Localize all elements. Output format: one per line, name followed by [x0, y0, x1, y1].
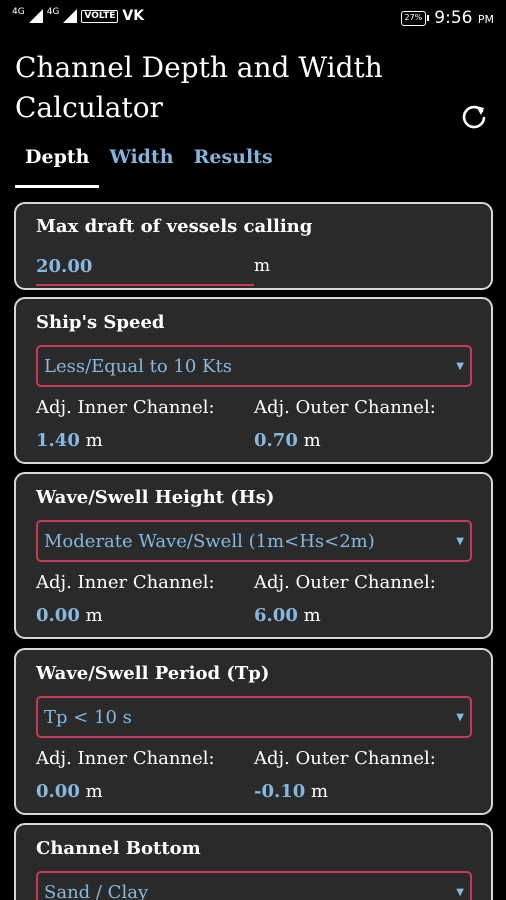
- wave-period-outer-label: Adj. Outer Channel:: [254, 748, 436, 769]
- draft-input[interactable]: 20.00: [36, 252, 254, 286]
- wave-period-inner-label: Adj. Inner Channel:: [36, 748, 215, 769]
- wave-height-outer-value: 6.00 m: [254, 605, 321, 626]
- tab-depth[interactable]: Depth: [15, 140, 100, 188]
- outer-value-number: 6.00: [254, 605, 298, 626]
- draft-unit: m: [254, 256, 271, 276]
- inner-value-unit: m: [85, 430, 103, 451]
- ship-speed-selected: Less/Equal to 10 Kts: [44, 355, 232, 377]
- volte-badge: VOLTE: [81, 9, 119, 23]
- carrier-name: VK: [122, 8, 145, 24]
- draft-label: Max draft of vessels calling: [36, 216, 313, 237]
- dropdown-arrow-icon: ▼: [456, 360, 464, 372]
- wave-period-selected: Tp < 10 s: [44, 706, 132, 728]
- channel-bottom-card: Channel Bottom Sand / Clay ▼: [14, 823, 493, 900]
- wave-height-label: Wave/Swell Height (Hs): [36, 487, 275, 508]
- wave-height-inner-value: 0.00 m: [36, 605, 103, 626]
- wave-height-select[interactable]: Moderate Wave/Swell (1m<Hs<2m) ▼: [36, 520, 472, 562]
- refresh-icon[interactable]: [458, 101, 490, 133]
- dropdown-arrow-icon: ▼: [456, 535, 464, 547]
- outer-value-unit: m: [303, 605, 321, 626]
- signal-icon: [28, 9, 43, 23]
- ship-speed-inner-label: Adj. Inner Channel:: [36, 397, 215, 418]
- signal-icon-2: [63, 9, 78, 23]
- clock: 9:56 PM: [434, 8, 494, 28]
- inner-value-unit: m: [85, 781, 103, 802]
- wave-period-inner-value: 0.00 m: [36, 781, 103, 802]
- wave-period-select[interactable]: Tp < 10 s ▼: [36, 696, 472, 738]
- channel-bottom-select[interactable]: Sand / Clay ▼: [36, 871, 472, 900]
- dropdown-arrow-icon: ▼: [456, 711, 464, 723]
- time-text: 9:56: [434, 8, 473, 28]
- page-title: Channel Depth and Width Calculator: [15, 51, 383, 124]
- battery-icon: 27%: [400, 10, 430, 26]
- ship-speed-label: Ship's Speed: [36, 312, 165, 333]
- ship-speed-outer-label: Adj. Outer Channel:: [254, 397, 436, 418]
- tab-bar: Depth Width Results: [15, 140, 283, 188]
- network-type-1: 4G: [12, 6, 25, 17]
- tab-width[interactable]: Width: [99, 140, 183, 188]
- wave-height-outer-label: Adj. Outer Channel:: [254, 572, 436, 593]
- ship-speed-inner-value: 1.40 m: [36, 430, 103, 451]
- network-type-2: 4G: [46, 6, 60, 17]
- ampm-text: PM: [477, 13, 494, 26]
- wave-period-card: Wave/Swell Period (Tp) Tp < 10 s ▼ Adj. …: [14, 648, 493, 815]
- dropdown-arrow-icon: ▼: [456, 886, 464, 898]
- status-right: 27% 9:56 PM: [400, 8, 494, 28]
- ship-speed-outer-value: 0.70 m: [254, 430, 321, 451]
- inner-value-unit: m: [85, 605, 103, 626]
- wave-height-inner-label: Adj. Inner Channel:: [36, 572, 215, 593]
- channel-bottom-label: Channel Bottom: [36, 838, 201, 859]
- inner-value-number: 0.00: [36, 605, 80, 626]
- wave-period-label: Wave/Swell Period (Tp): [36, 663, 270, 684]
- wave-height-card: Wave/Swell Height (Hs) Moderate Wave/Swe…: [14, 472, 493, 639]
- wave-period-outer-value: -0.10 m: [254, 781, 328, 802]
- wave-height-selected: Moderate Wave/Swell (1m<Hs<2m): [44, 530, 375, 552]
- outer-value-unit: m: [303, 430, 321, 451]
- ship-speed-select[interactable]: Less/Equal to 10 Kts ▼: [36, 345, 472, 387]
- inner-value-number: 1.40: [36, 430, 80, 451]
- ship-speed-card: Ship's Speed Less/Equal to 10 Kts ▼ Adj.…: [14, 297, 493, 464]
- tab-results[interactable]: Results: [184, 140, 283, 188]
- outer-value-number: -0.10: [254, 781, 306, 802]
- outer-value-number: 0.70: [254, 430, 298, 451]
- channel-bottom-selected: Sand / Clay: [44, 881, 149, 900]
- status-bar: 4G 4G VOLTE VK 27% 9:56 PM: [0, 0, 506, 36]
- draft-card: Max draft of vessels calling 20.00 m: [14, 202, 493, 290]
- outer-value-unit: m: [311, 781, 329, 802]
- status-left: 4G 4G VOLTE VK: [12, 6, 145, 24]
- inner-value-number: 0.00: [36, 781, 80, 802]
